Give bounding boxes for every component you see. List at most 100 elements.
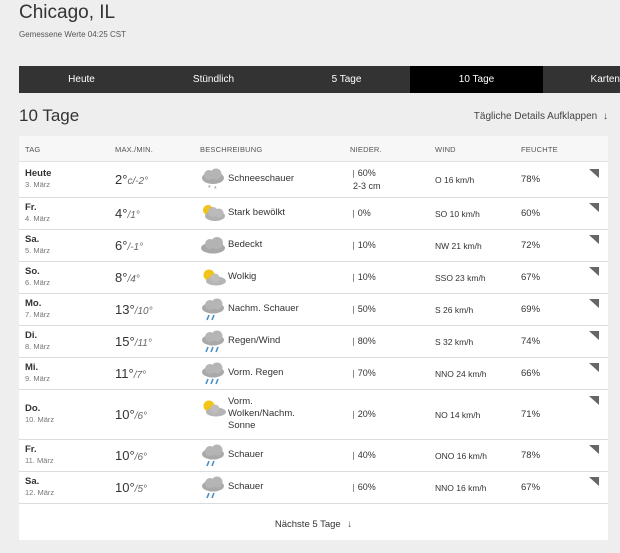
section-title: 10 Tage — [19, 106, 80, 125]
precip-amount: 2-3 cm — [353, 181, 381, 191]
forecast-row[interactable]: Fr. 4. März 4°/1° Stark bewölkt ❘0% SO 10 km/… — [19, 198, 608, 230]
description: Schauer — [228, 449, 338, 461]
precipitation: ❘0% — [350, 207, 371, 220]
tab-hourly[interactable]: Stündlich — [144, 66, 283, 93]
forecast-row[interactable]: Fr. 11. März 10°/6° Schauer ❘40% ONO 16 km/h 7… — [19, 440, 608, 472]
expand-daily-details-link[interactable]: Tägliche Details Aufklappen ↓ — [474, 111, 608, 122]
description: Regen/Wind — [228, 335, 338, 347]
forecast-row[interactable]: Heute 3. März 2°c/-2° * * Schneeschauer ❘60% 2-… — [19, 162, 608, 198]
raindrop-icon: ❘ — [350, 241, 357, 250]
precip-chance: 10% — [357, 272, 376, 282]
expand-row-icon[interactable] — [589, 203, 599, 212]
temp-min: /6° — [134, 452, 148, 463]
description: Schneeschauer — [228, 173, 338, 185]
precip-chance: 10% — [357, 240, 376, 250]
expand-row-icon[interactable] — [589, 267, 599, 276]
raindrop-icon: ❘ — [350, 337, 357, 346]
temperature: 15°/11° — [115, 333, 152, 351]
raindrop-icon: ❘ — [350, 273, 357, 282]
forecast-row[interactable]: So. 6. März 8°/4° Wolkig ❘10% SSO 23 km/h 67% — [19, 262, 608, 294]
day-label: Sa. — [25, 476, 40, 487]
forecast-row[interactable]: Do. 10. März 10°/6° Vorm. Wolken/Nachm. Sonne… — [19, 390, 608, 440]
precipitation: ❘10% — [350, 271, 376, 284]
temp-min: c/-2° — [127, 176, 149, 187]
description-line: Schauer — [228, 481, 264, 492]
description-line: Regen/Wind — [228, 335, 281, 346]
precip-chance: 20% — [357, 409, 376, 419]
expand-row-icon[interactable] — [589, 299, 599, 308]
precip-chance: 40% — [357, 450, 376, 460]
col-day: TAG — [25, 145, 41, 154]
temp-min: /10° — [134, 306, 153, 317]
col-humidity: FEUCHTE — [521, 145, 558, 154]
expand-row-icon[interactable] — [589, 235, 599, 244]
overcast-icon — [198, 234, 228, 258]
description: Stark bewölkt — [228, 207, 338, 219]
raindrop-icon: ❘ — [350, 305, 357, 314]
wind: S 26 km/h — [435, 305, 474, 315]
expand-row-icon[interactable] — [589, 363, 599, 372]
precipitation: ❘40% — [350, 449, 376, 462]
tab-maps[interactable]: Karten — [543, 66, 620, 93]
temp-max: 4° — [115, 206, 128, 221]
description-line: Sonne — [228, 420, 256, 431]
svg-text:*: * — [208, 185, 211, 192]
expand-row-icon[interactable] — [589, 445, 599, 454]
arrow-down-icon: ↓ — [347, 519, 353, 530]
precipitation: ❘70% — [350, 367, 376, 380]
date-label: 8. März — [25, 342, 51, 351]
precip-chance: 50% — [357, 304, 376, 314]
description-line: Stark bewölkt — [228, 207, 286, 218]
temperature: 10°/6° — [115, 406, 147, 424]
temp-max: 2° — [115, 172, 128, 187]
forecast-row[interactable]: Mo. 7. März 13°/10° Nachm. Schauer ❘50% S 26 … — [19, 294, 608, 326]
humidity: 69% — [521, 304, 541, 315]
tab-5-days[interactable]: 5 Tage — [283, 66, 410, 93]
forecast-row[interactable]: Sa. 5. März 6°/-1° Bedeckt ❘10% NW 21 km/h 72% — [19, 230, 608, 262]
expand-row-icon[interactable] — [589, 331, 599, 340]
precip-chance: 80% — [357, 336, 376, 346]
tab-10-days[interactable]: 10 Tage — [410, 66, 543, 93]
city-name: Chicago, IL — [19, 2, 116, 23]
forecast-row[interactable]: Di. 8. März 15°/11° Regen/Wind ❘80% S 32 km/h… — [19, 326, 608, 358]
expand-label: Tägliche Details Aufklappen — [473, 111, 598, 122]
expand-row-icon[interactable] — [589, 477, 599, 486]
temp-min: /-1° — [127, 242, 144, 253]
temperature: 13°/10° — [115, 301, 153, 319]
humidity: 71% — [521, 409, 541, 420]
forecast-row[interactable]: Mi. 9. März 11°/7° Vorm. Regen ❘70% NNO 24 km… — [19, 358, 608, 390]
wind: ONO 16 km/h — [435, 451, 487, 461]
wind: SO 10 km/h — [435, 209, 480, 219]
expand-row-icon[interactable] — [589, 396, 599, 405]
temp-max: 11° — [115, 366, 134, 381]
arrow-down-icon: ↓ — [603, 111, 608, 122]
humidity: 67% — [521, 272, 541, 283]
mostly-cloudy-icon — [198, 202, 228, 226]
humidity: 78% — [521, 450, 541, 461]
tab-today[interactable]: Heute — [19, 66, 144, 93]
next-5-days-button[interactable]: Nächste 5 Tage ↓ — [19, 510, 608, 540]
temp-min: /4° — [127, 274, 140, 285]
description: Vorm. Wolken/Nachm. Sonne — [228, 396, 338, 432]
day-label: So. — [25, 266, 40, 277]
date-label: 4. März — [25, 214, 51, 223]
date-label: 7. März — [25, 310, 51, 319]
snow-shower-icon: * * — [198, 168, 228, 193]
expand-row-icon[interactable] — [589, 169, 599, 178]
temp-max: 6° — [115, 238, 128, 253]
forecast-row[interactable]: Sa. 12. März 10°/5° Schauer ❘60% NNO 16 km/h 6… — [19, 472, 608, 504]
rain-wind-icon — [198, 330, 228, 354]
temp-max: 15° — [115, 334, 135, 349]
rain-shower-icon — [198, 476, 228, 500]
measured-time: Gemessene Werte 04:25 CST — [19, 30, 127, 39]
forecast-table: TAG MAX./MIN. BESCHREIBUNG NIEDER. WIND … — [19, 136, 608, 540]
description-line: Bedeckt — [228, 239, 263, 250]
col-temp: MAX./MIN. — [115, 145, 154, 154]
date-label: 9. März — [25, 374, 51, 383]
day-label: Sa. — [25, 234, 40, 245]
temperature: 8°/4° — [115, 269, 140, 287]
table-header: TAG MAX./MIN. BESCHREIBUNG NIEDER. WIND … — [19, 136, 608, 162]
temp-max: 13° — [115, 302, 135, 317]
temperature: 10°/5° — [115, 479, 147, 497]
description-line: Wolken/Nachm. — [228, 408, 295, 419]
